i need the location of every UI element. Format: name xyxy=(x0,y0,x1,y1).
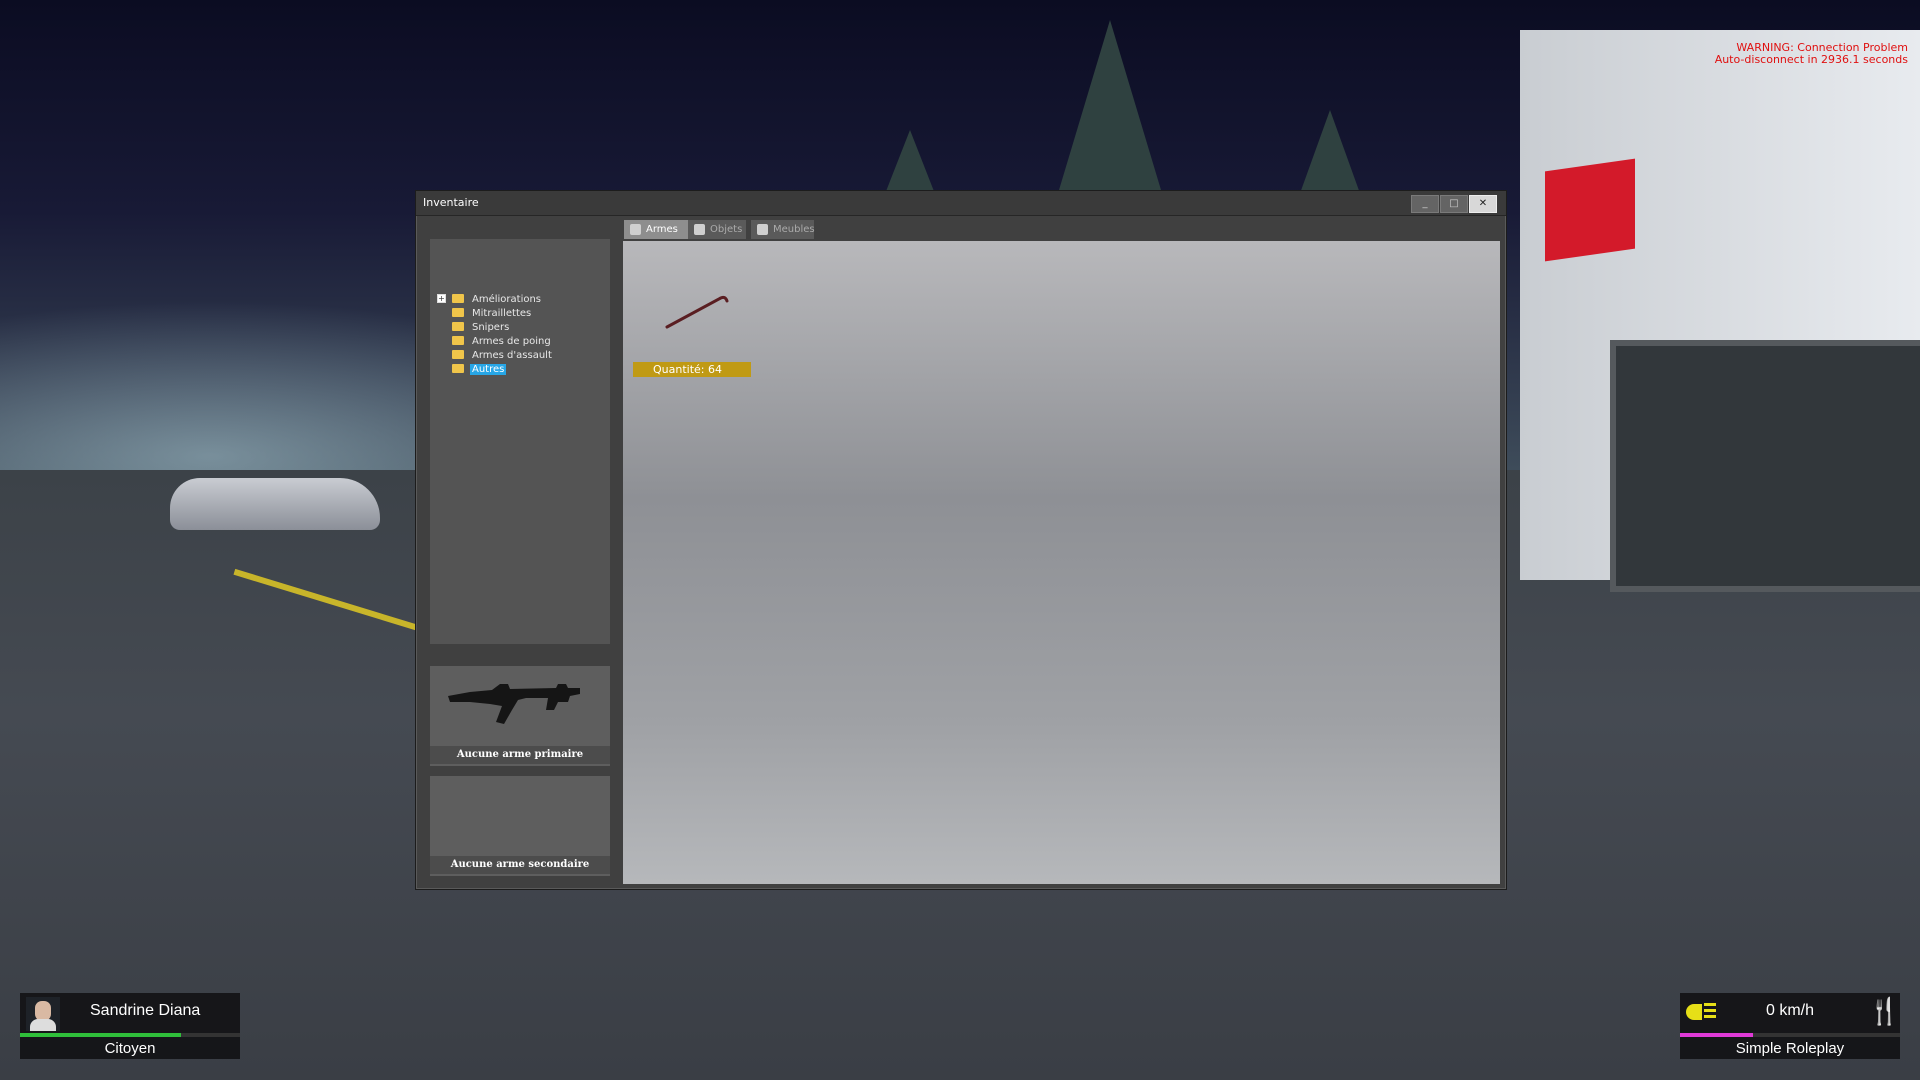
server-name: Simple Roleplay xyxy=(1735,1040,1845,1057)
player-job: Citoyen xyxy=(104,1040,156,1057)
warning-line2: Auto-disconnect in 2936.1 seconds xyxy=(1714,53,1908,66)
category-item-armes-dassault[interactable]: Armes d'assault xyxy=(452,349,554,363)
health-bar xyxy=(20,1033,181,1037)
tab-label: Armes xyxy=(646,224,678,235)
inventory-item[interactable] xyxy=(663,291,733,335)
shop-window xyxy=(1610,340,1920,592)
tab-meubles[interactable]: Meubles xyxy=(751,220,815,239)
folder-icon xyxy=(452,307,464,317)
category-label: Armes d'assault xyxy=(472,350,552,361)
category-item-snipers[interactable]: Snipers xyxy=(452,321,511,335)
cube-icon xyxy=(630,224,641,235)
category-tree: + Améliorations Mitraillettes Snipers Ar… xyxy=(430,239,610,644)
inventory-window: Inventaire _ □ ✕ + Améliorations Mitrail… xyxy=(415,190,1507,890)
category-label: Mitraillettes xyxy=(472,308,532,319)
avatar xyxy=(26,997,60,1031)
expand-icon[interactable]: + xyxy=(437,294,446,303)
speed-readout: 0 km/h xyxy=(1765,1002,1814,1019)
cube-icon xyxy=(757,224,768,235)
tab-label: Objets xyxy=(710,224,743,235)
close-button[interactable]: ✕ xyxy=(1469,195,1497,213)
folder-icon xyxy=(452,363,464,373)
folder-icon xyxy=(452,293,464,303)
connection-warning: WARNING: Connection Problem Auto-disconn… xyxy=(1715,42,1908,66)
category-label: Améliorations xyxy=(472,294,542,305)
tab-label: Meubles xyxy=(773,224,815,235)
inventory-content: Quantité: 64 xyxy=(623,241,1500,884)
category-label: Armes de poing xyxy=(472,336,551,347)
category-label: Snipers xyxy=(472,322,510,333)
folder-icon xyxy=(452,321,464,331)
category-label: Autres xyxy=(470,364,507,375)
police-car xyxy=(170,478,380,530)
tab-objets[interactable]: Objets xyxy=(688,220,746,239)
quantity-label: Quantité: 64 xyxy=(633,362,751,377)
secondary-weapon-slot[interactable]: Aucune arme secondaire xyxy=(430,776,610,876)
secondary-slot-label: Aucune arme secondaire xyxy=(430,856,610,874)
crowbar-icon xyxy=(665,295,729,329)
maximize-button[interactable]: □ xyxy=(1440,195,1468,213)
window-title: Inventaire xyxy=(423,196,479,209)
tab-armes[interactable]: Armes xyxy=(624,220,688,239)
cube-icon xyxy=(694,224,705,235)
folder-icon xyxy=(452,335,464,345)
red-sign xyxy=(1545,158,1635,262)
folder-icon xyxy=(452,349,464,359)
minimize-button[interactable]: _ xyxy=(1411,195,1439,213)
primary-slot-label: Aucune arme primaire xyxy=(430,746,610,764)
smg-icon xyxy=(448,684,580,724)
vehicle-hud: 0 km/h 🍴 Simple Roleplay xyxy=(1680,993,1900,1059)
category-item-autres[interactable]: Autres xyxy=(452,363,507,377)
category-item-armes-de-poing[interactable]: Armes de poing xyxy=(452,335,553,349)
category-item-mitraillettes[interactable]: Mitraillettes xyxy=(452,307,533,321)
window-titlebar[interactable]: Inventaire _ □ ✕ xyxy=(416,191,1506,216)
primary-weapon-slot[interactable]: Aucune arme primaire xyxy=(430,666,610,766)
player-hud: Sandrine Diana Citoyen xyxy=(20,993,240,1059)
player-name: Sandrine Diana xyxy=(90,1002,201,1019)
fork-knife-icon: 🍴 xyxy=(1868,997,1901,1027)
category-item-ameliorations[interactable]: Améliorations xyxy=(452,293,543,307)
hunger-bar xyxy=(1680,1033,1753,1037)
